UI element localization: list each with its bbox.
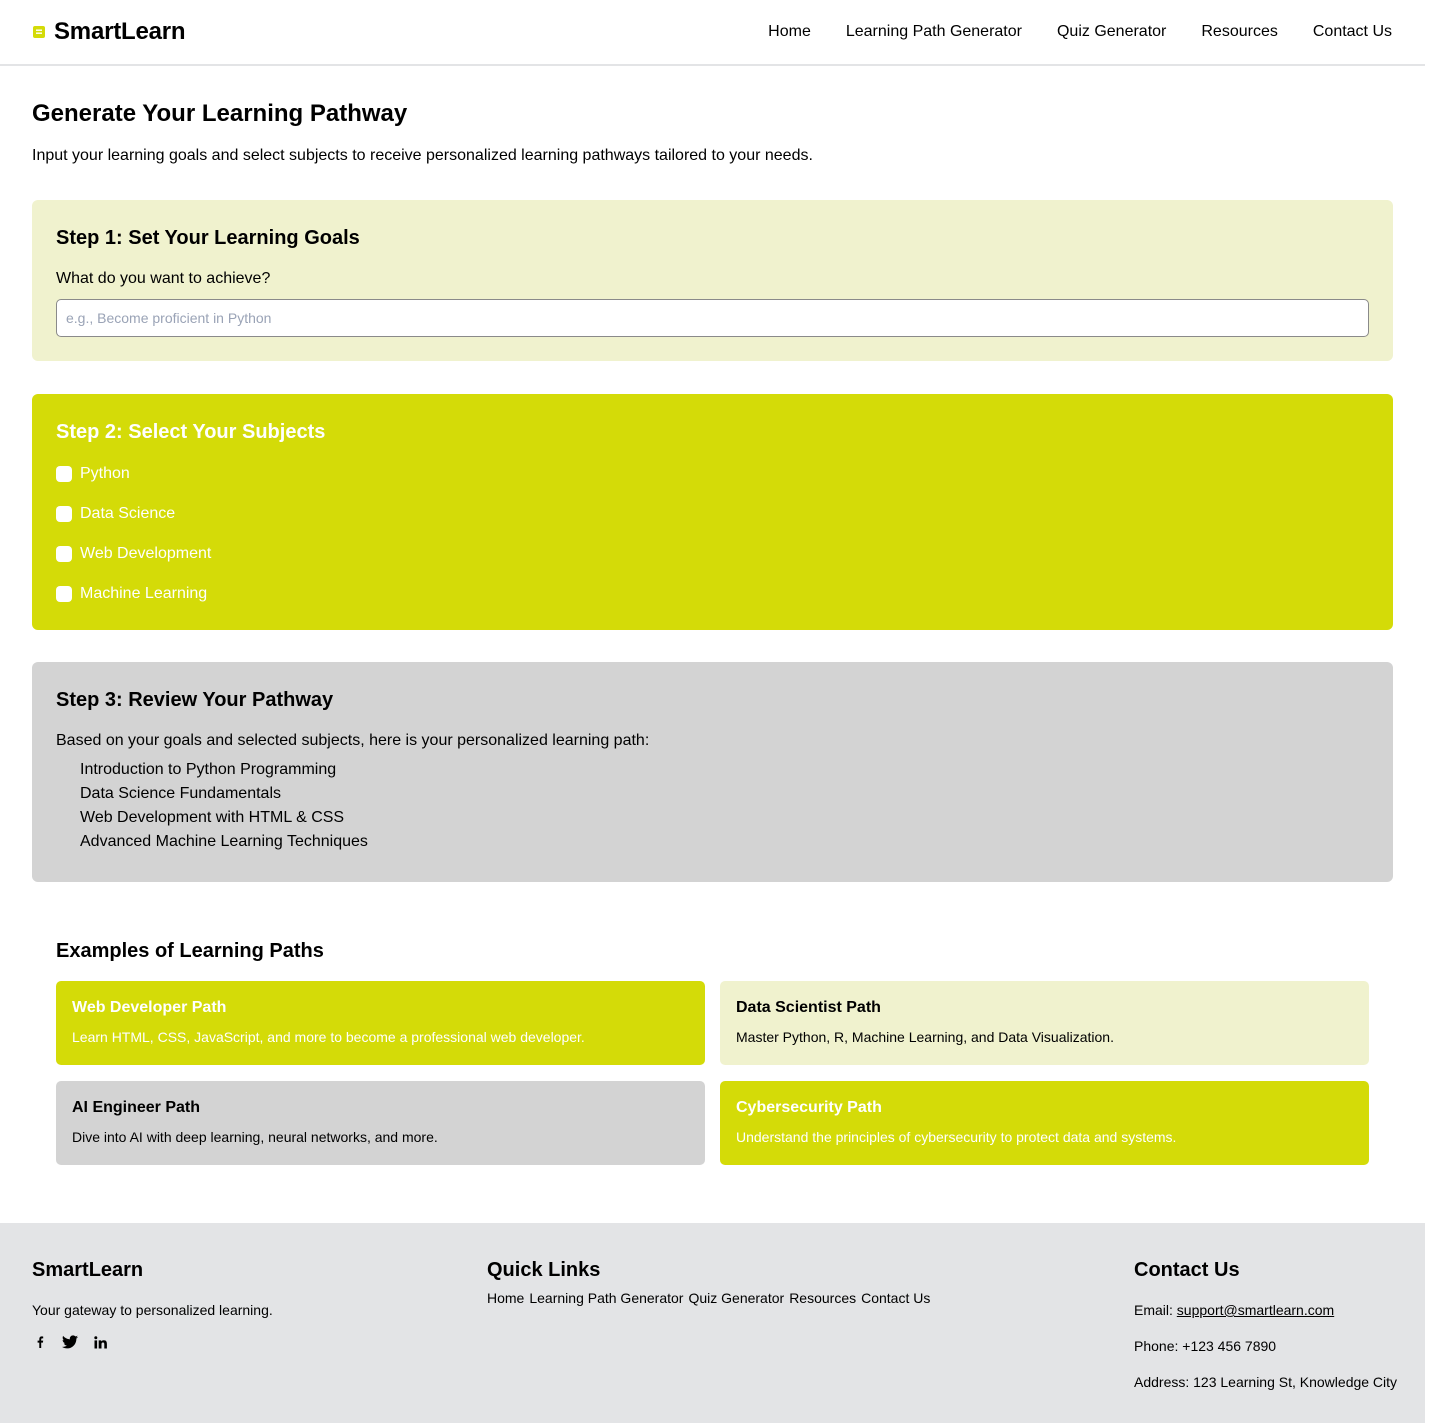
page-title: Generate Your Learning Pathway [32,100,408,127]
subject-label: Machine Learning [80,585,208,602]
footer-link-learning-path-generator[interactable]: Learning Path Generator [529,1290,683,1306]
path-card-ai-engineer[interactable]: AI Engineer Path Dive into AI with deep … [56,1081,705,1165]
footer-link-contact-us[interactable]: Contact Us [861,1290,930,1306]
step3-title: Step 3: Review Your Pathway [56,689,334,711]
subject-label: Data Science [80,505,176,522]
page-subtitle: Input your learning goals and select sub… [32,147,813,164]
step3-panel: Step 3: Review Your Pathway Based on you… [32,662,1393,882]
subject-list: Python Data Science Web Development Mach… [56,454,1369,614]
subject-web-development[interactable]: Web Development [56,534,1369,574]
goal-question-label: What do you want to achieve? [56,270,271,287]
contact-email: Email: support@smartlearn.com [1134,1302,1397,1318]
nav-contact-us[interactable]: Contact Us [1313,23,1392,41]
subject-python[interactable]: Python [56,454,1369,494]
examples-section: Examples of Learning Paths Web Developer… [32,940,1393,1165]
subject-label: Python [80,465,130,482]
contact-address: Address: 123 Learning St, Knowledge City [1134,1374,1398,1390]
checkbox[interactable] [56,466,72,482]
step2-title: Step 2: Select Your Subjects [56,421,326,443]
social-links [32,1334,273,1350]
contact-title: Contact Us [1134,1259,1240,1281]
twitter-icon[interactable] [62,1334,78,1350]
linkedin-icon[interactable] [92,1334,108,1350]
footer-quick-links: Quick Links Home Learning Path Generator… [487,1259,930,1306]
pathway-intro: Based on your goals and selected subject… [56,732,650,749]
footer-about: SmartLearn Your gateway to personalized … [32,1259,273,1350]
nav-home[interactable]: Home [768,23,811,41]
nav-resources[interactable]: Resources [1201,23,1277,41]
brand-name: SmartLearn [54,18,186,45]
card-title: Data Scientist Path [736,999,881,1016]
footer-contact: Contact Us Email: support@smartlearn.com… [1134,1259,1397,1390]
step2-panel: Step 2: Select Your Subjects Python Data… [32,394,1393,630]
examples-grid: Web Developer Path Learn HTML, CSS, Java… [56,981,1369,1165]
subject-data-science[interactable]: Data Science [56,494,1369,534]
email-link[interactable]: support@smartlearn.com [1177,1302,1334,1318]
main-content: Generate Your Learning Pathway Input you… [0,66,1425,1165]
pathway-list: Introduction to Python Programming Data … [56,758,1369,854]
site-footer: SmartLearn Your gateway to personalized … [0,1223,1425,1423]
contact-phone: Phone: +123 456 7890 [1134,1338,1277,1354]
list-item: Data Science Fundamentals [80,785,281,802]
step1-title: Step 1: Set Your Learning Goals [56,227,360,249]
checkbox[interactable] [56,506,72,522]
brand[interactable]: SmartLearn [32,18,186,46]
card-description: Dive into AI with deep learning, neural … [72,1129,438,1145]
path-card-data-scientist[interactable]: Data Scientist Path Master Python, R, Ma… [720,981,1369,1065]
checkbox[interactable] [56,586,72,602]
card-description: Understand the principles of cybersecuri… [736,1129,1177,1145]
card-title: Web Developer Path [72,999,227,1016]
card-title: AI Engineer Path [72,1099,201,1116]
card-description: Learn HTML, CSS, JavaScript, and more to… [72,1029,585,1045]
checkbox[interactable] [56,546,72,562]
subject-machine-learning[interactable]: Machine Learning [56,574,1369,614]
step1-panel: Step 1: Set Your Learning Goals What do … [32,200,1393,361]
facebook-icon[interactable] [32,1334,48,1350]
site-header: SmartLearn Home Learning Path Generator … [0,0,1425,66]
path-card-cybersecurity[interactable]: Cybersecurity Path Understand the princi… [720,1081,1369,1165]
list-item: Advanced Machine Learning Techniques [80,833,368,850]
examples-title: Examples of Learning Paths [56,940,324,962]
subject-label: Web Development [80,545,212,562]
list-item: Web Development with HTML & CSS [80,809,345,826]
footer-link-quiz-generator[interactable]: Quiz Generator [688,1290,784,1306]
goal-input[interactable] [56,299,1369,337]
nav-quiz-generator[interactable]: Quiz Generator [1057,23,1166,41]
footer-tagline: Your gateway to personalized learning. [32,1302,273,1318]
path-card-web-developer[interactable]: Web Developer Path Learn HTML, CSS, Java… [56,981,705,1065]
card-description: Master Python, R, Machine Learning, and … [736,1029,1114,1045]
quick-links-title: Quick Links [487,1259,601,1281]
page: SmartLearn Home Learning Path Generator … [0,0,1425,1165]
email-label: Email: [1134,1302,1173,1318]
nav-learning-path-generator[interactable]: Learning Path Generator [846,23,1022,41]
footer-brand: SmartLearn [32,1259,144,1281]
footer-link-resources[interactable]: Resources [789,1290,856,1306]
card-title: Cybersecurity Path [736,1099,882,1116]
book-icon [32,25,46,39]
list-item: Introduction to Python Programming [80,761,337,778]
quick-links-list: Home Learning Path Generator Quiz Genera… [487,1290,930,1306]
footer-link-home[interactable]: Home [487,1290,524,1306]
main-nav: Home Learning Path Generator Quiz Genera… [768,23,1392,41]
